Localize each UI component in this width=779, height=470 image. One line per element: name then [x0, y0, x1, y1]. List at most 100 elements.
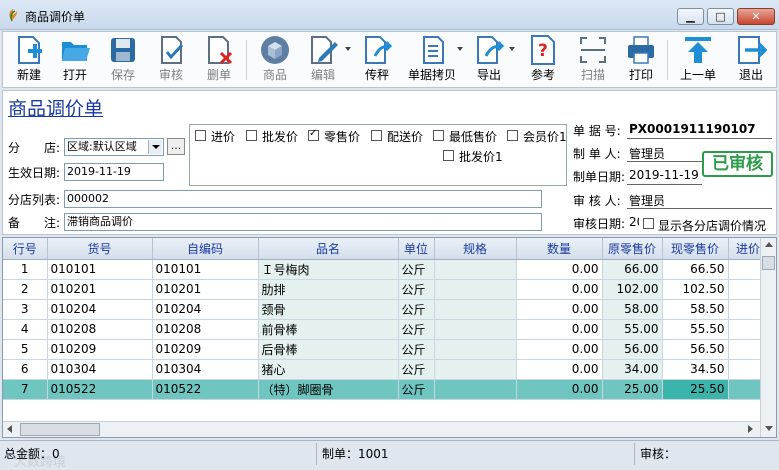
reference-button[interactable]: ? 参考 — [521, 34, 565, 86]
minimize-button[interactable]: ▁ — [677, 8, 704, 25]
table-cell[interactable]: 0.00 — [516, 359, 603, 380]
table-cell[interactable]: 34.00 — [602, 359, 663, 380]
table-cell[interactable]: 2 — [3, 279, 48, 300]
table-cell[interactable]: 66.00 — [602, 259, 663, 280]
table-cell[interactable]: 56.00 — [602, 339, 663, 360]
column-header[interactable]: 单位 — [398, 238, 435, 260]
table-cell[interactable]: 66.50 — [662, 259, 729, 280]
vertical-scroll-thumb[interactable] — [762, 256, 775, 270]
table-cell[interactable]: 010522 — [152, 379, 259, 400]
table-cell[interactable]: 010522 — [47, 379, 153, 400]
checkbox-distribution-price[interactable] — [371, 130, 382, 141]
table-cell[interactable]: 010204 — [47, 299, 153, 320]
checkbox-wholesale-price[interactable] — [246, 130, 257, 141]
table-cell[interactable]: 前骨棒 — [258, 319, 399, 340]
table-cell[interactable] — [434, 319, 517, 340]
remark-field[interactable]: 滞销商品调价 — [64, 213, 542, 231]
export-button[interactable]: 导出 — [467, 34, 511, 86]
table-cell[interactable]: 55.00 — [602, 319, 663, 340]
save-button[interactable]: 保存 — [103, 34, 143, 86]
table-cell[interactable]: 4 — [3, 319, 48, 340]
checkbox-wholesale-price-1[interactable] — [443, 150, 454, 161]
store-list-field[interactable]: 000002 — [64, 190, 542, 208]
table-cell[interactable]: 0.00 — [516, 379, 603, 400]
table-cell[interactable]: 公斤 — [398, 279, 435, 300]
maximize-button[interactable]: □ — [707, 8, 734, 25]
table-cell[interactable]: 010101 — [47, 259, 153, 280]
table-cell[interactable]: 010304 — [47, 359, 153, 380]
table-cell[interactable]: 102.00 — [602, 279, 663, 300]
table-cell[interactable]: 1 — [3, 259, 48, 280]
exit-button[interactable]: 退出 — [729, 34, 773, 86]
scroll-up-icon[interactable] — [765, 242, 773, 247]
export-dropdown-arrow[interactable] — [509, 47, 515, 51]
checkbox-purchase-price[interactable] — [195, 130, 206, 141]
column-header[interactable]: 规格 — [434, 238, 517, 260]
copy-dropdown-arrow[interactable] — [457, 47, 463, 51]
store-select[interactable]: 区域:默认区域 — [64, 138, 164, 156]
table-cell[interactable]: 公斤 — [398, 359, 435, 380]
table-row[interactable]: 1 010101 010101 Ｉ号梅肉 公斤 0.00 66.00 66.50 — [3, 259, 769, 280]
table-cell[interactable]: 0.00 — [516, 259, 603, 280]
table-cell[interactable]: 0.00 — [516, 339, 603, 360]
table-cell[interactable]: 公斤 — [398, 259, 435, 280]
table-row[interactable]: 7 010522 010522 （特）脚圈骨 公斤 0.00 25.00 25.50 — [3, 379, 769, 400]
table-cell[interactable]: 102.50 — [662, 279, 729, 300]
table-cell[interactable]: 010201 — [152, 279, 259, 300]
checkbox-show-stores[interactable] — [643, 218, 654, 229]
copy-document-button[interactable]: 单据拷贝 — [403, 34, 461, 86]
table-cell[interactable]: 010101 — [152, 259, 259, 280]
column-header[interactable]: 自编码 — [152, 238, 259, 260]
table-cell[interactable]: 0.00 — [516, 279, 603, 300]
checkbox-retail-price[interactable] — [308, 128, 319, 141]
table-row[interactable]: 6 010304 010304 猪心 公斤 0.00 34.00 34.50 — [3, 359, 769, 380]
table-cell[interactable]: 0.00 — [516, 299, 603, 320]
checkbox-member-price[interactable] — [507, 130, 518, 141]
edit-button[interactable]: 编辑 — [303, 34, 343, 86]
open-button[interactable]: 打开 — [55, 34, 95, 86]
table-cell[interactable]: 56.50 — [662, 339, 729, 360]
scroll-down-icon[interactable] — [765, 426, 773, 431]
previous-document-button[interactable]: 上一单 — [673, 34, 723, 86]
horizontal-scroll-thumb[interactable] — [20, 423, 100, 436]
table-cell[interactable]: 猪心 — [258, 359, 399, 380]
table-cell[interactable]: 7 — [3, 379, 48, 400]
scan-button[interactable]: 扫描 — [571, 34, 615, 86]
table-cell[interactable] — [434, 299, 517, 320]
table-cell[interactable]: 58.00 — [602, 299, 663, 320]
audit-button[interactable]: 审核 — [151, 34, 191, 86]
table-cell[interactable]: 010304 — [152, 359, 259, 380]
effective-date-field[interactable]: 2019-11-19 — [64, 163, 164, 181]
table-cell[interactable]: 公斤 — [398, 319, 435, 340]
table-cell[interactable] — [434, 379, 517, 400]
table-cell[interactable]: 颈骨 — [258, 299, 399, 320]
column-header[interactable]: 行号 — [3, 238, 48, 260]
table-cell[interactable]: 肋排 — [258, 279, 399, 300]
scroll-right-icon[interactable] — [748, 425, 753, 433]
table-cell[interactable]: 010208 — [47, 319, 153, 340]
product-button[interactable]: 商品 — [253, 34, 297, 86]
store-browse-button[interactable]: ... — [167, 138, 185, 155]
table-cell[interactable] — [434, 259, 517, 280]
table-row[interactable]: 4 010208 010208 前骨棒 公斤 0.00 55.00 55.50 — [3, 319, 769, 340]
column-header[interactable]: 数量 — [516, 238, 603, 260]
table-cell[interactable]: 55.50 — [662, 319, 729, 340]
print-button[interactable]: 打印 — [619, 34, 663, 86]
table-row[interactable]: 2 010201 010201 肋排 公斤 0.00 102.00 102.50 — [3, 279, 769, 300]
column-header[interactable]: 品名 — [258, 238, 399, 260]
table-row[interactable]: 3 010204 010204 颈骨 公斤 0.00 58.00 58.50 — [3, 299, 769, 320]
table-cell[interactable]: 5 — [3, 339, 48, 360]
table-cell[interactable]: 公斤 — [398, 379, 435, 400]
table-cell[interactable]: （特）脚圈骨 — [258, 379, 399, 400]
column-header[interactable]: 原零售价 — [602, 238, 663, 260]
edit-dropdown-arrow[interactable] — [345, 47, 351, 51]
table-cell[interactable]: 58.50 — [662, 299, 729, 320]
table-cell[interactable]: 3 — [3, 299, 48, 320]
table-row[interactable]: 5 010209 010209 后骨棒 公斤 0.00 56.00 56.50 — [3, 339, 769, 360]
table-cell[interactable] — [434, 279, 517, 300]
table-cell[interactable]: Ｉ号梅肉 — [258, 259, 399, 280]
delete-button[interactable]: 删单 — [199, 34, 239, 86]
checkbox-min-price[interactable] — [433, 130, 444, 141]
column-header[interactable]: 货号 — [47, 238, 153, 260]
scroll-left-icon[interactable] — [7, 425, 12, 433]
